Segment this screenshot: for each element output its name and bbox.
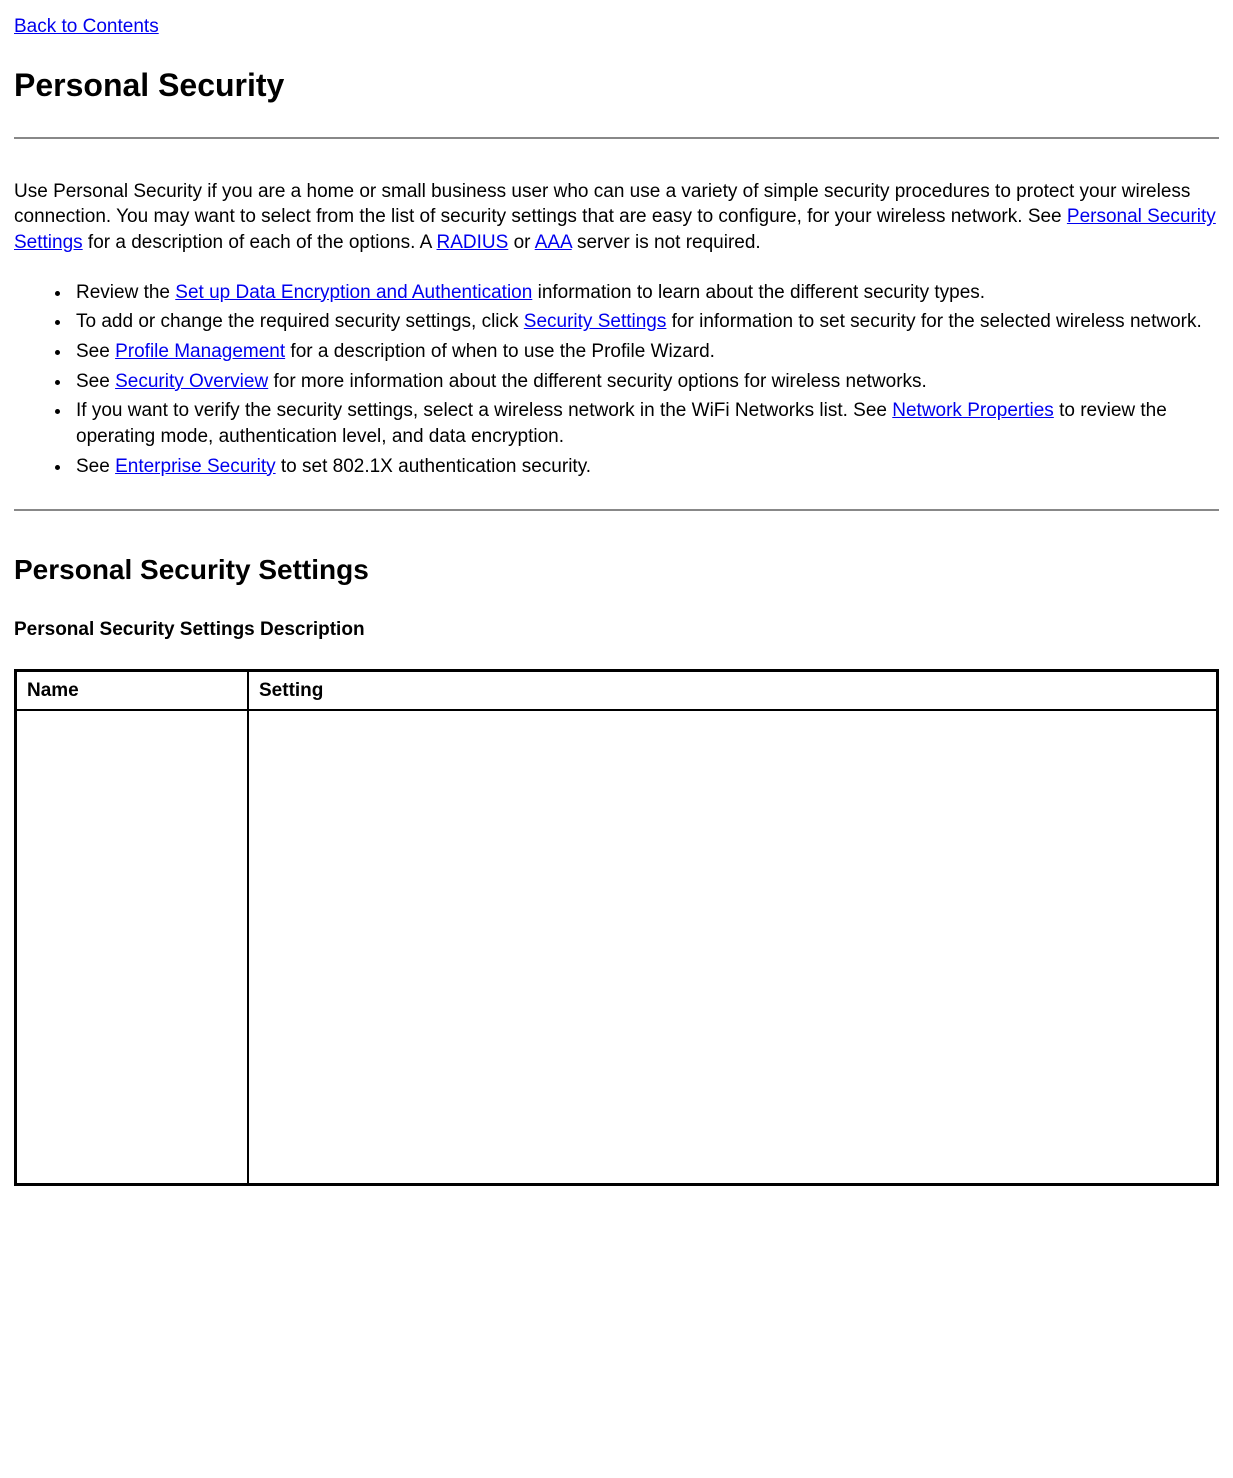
table-cell-setting — [248, 710, 1218, 1185]
security-settings-link[interactable]: Security Settings — [524, 311, 667, 332]
list-item: To add or change the required security s… — [72, 309, 1219, 335]
list-item: See Enterprise Security to set 802.1X au… — [72, 454, 1219, 480]
intro-text-4: server is not required. — [572, 232, 761, 253]
intro-paragraph: Use Personal Security if you are a home … — [14, 179, 1219, 256]
divider — [14, 509, 1219, 511]
profile-management-link[interactable]: Profile Management — [115, 341, 285, 362]
bullet-text: information to learn about the different… — [532, 282, 985, 303]
bullet-list: Review the Set up Data Encryption and Au… — [14, 280, 1219, 479]
enterprise-security-link[interactable]: Enterprise Security — [115, 456, 276, 477]
bullet-text: See — [76, 371, 115, 392]
intro-text-3: or — [508, 232, 534, 253]
bullet-text: to set 802.1X authentication security. — [276, 456, 591, 477]
list-item: See Profile Management for a description… — [72, 339, 1219, 365]
list-item: See Security Overview for more informati… — [72, 369, 1219, 395]
intro-text-1: Use Personal Security if you are a home … — [14, 181, 1190, 228]
back-to-contents-link[interactable]: Back to Contents — [14, 16, 159, 37]
intro-text-2: for a description of each of the options… — [83, 232, 437, 253]
radius-link[interactable]: RADIUS — [437, 232, 509, 253]
table-header-name: Name — [16, 670, 249, 710]
divider — [14, 137, 1219, 139]
section-title: Personal Security Settings — [14, 551, 1219, 589]
table-cell-name — [16, 710, 249, 1185]
data-encryption-link[interactable]: Set up Data Encryption and Authenticatio… — [175, 282, 532, 303]
bullet-text: for information to set security for the … — [666, 311, 1201, 332]
table-row — [16, 710, 1218, 1185]
table-header-setting: Setting — [248, 670, 1218, 710]
bullet-text: for more information about the different… — [268, 371, 927, 392]
settings-table: Name Setting — [14, 669, 1219, 1187]
bullet-text: To add or change the required security s… — [76, 311, 524, 332]
bullet-text: See — [76, 456, 115, 477]
subsection-title: Personal Security Settings Description — [14, 617, 1219, 643]
list-item: If you want to verify the security setti… — [72, 398, 1219, 449]
bullet-text: Review the — [76, 282, 175, 303]
aaa-link[interactable]: AAA — [535, 232, 572, 253]
list-item: Review the Set up Data Encryption and Au… — [72, 280, 1219, 306]
bullet-text: for a description of when to use the Pro… — [285, 341, 715, 362]
bullet-text: See — [76, 341, 115, 362]
network-properties-link[interactable]: Network Properties — [892, 400, 1054, 421]
security-overview-link[interactable]: Security Overview — [115, 371, 268, 392]
bullet-text: If you want to verify the security setti… — [76, 400, 892, 421]
page-title: Personal Security — [14, 64, 1219, 107]
